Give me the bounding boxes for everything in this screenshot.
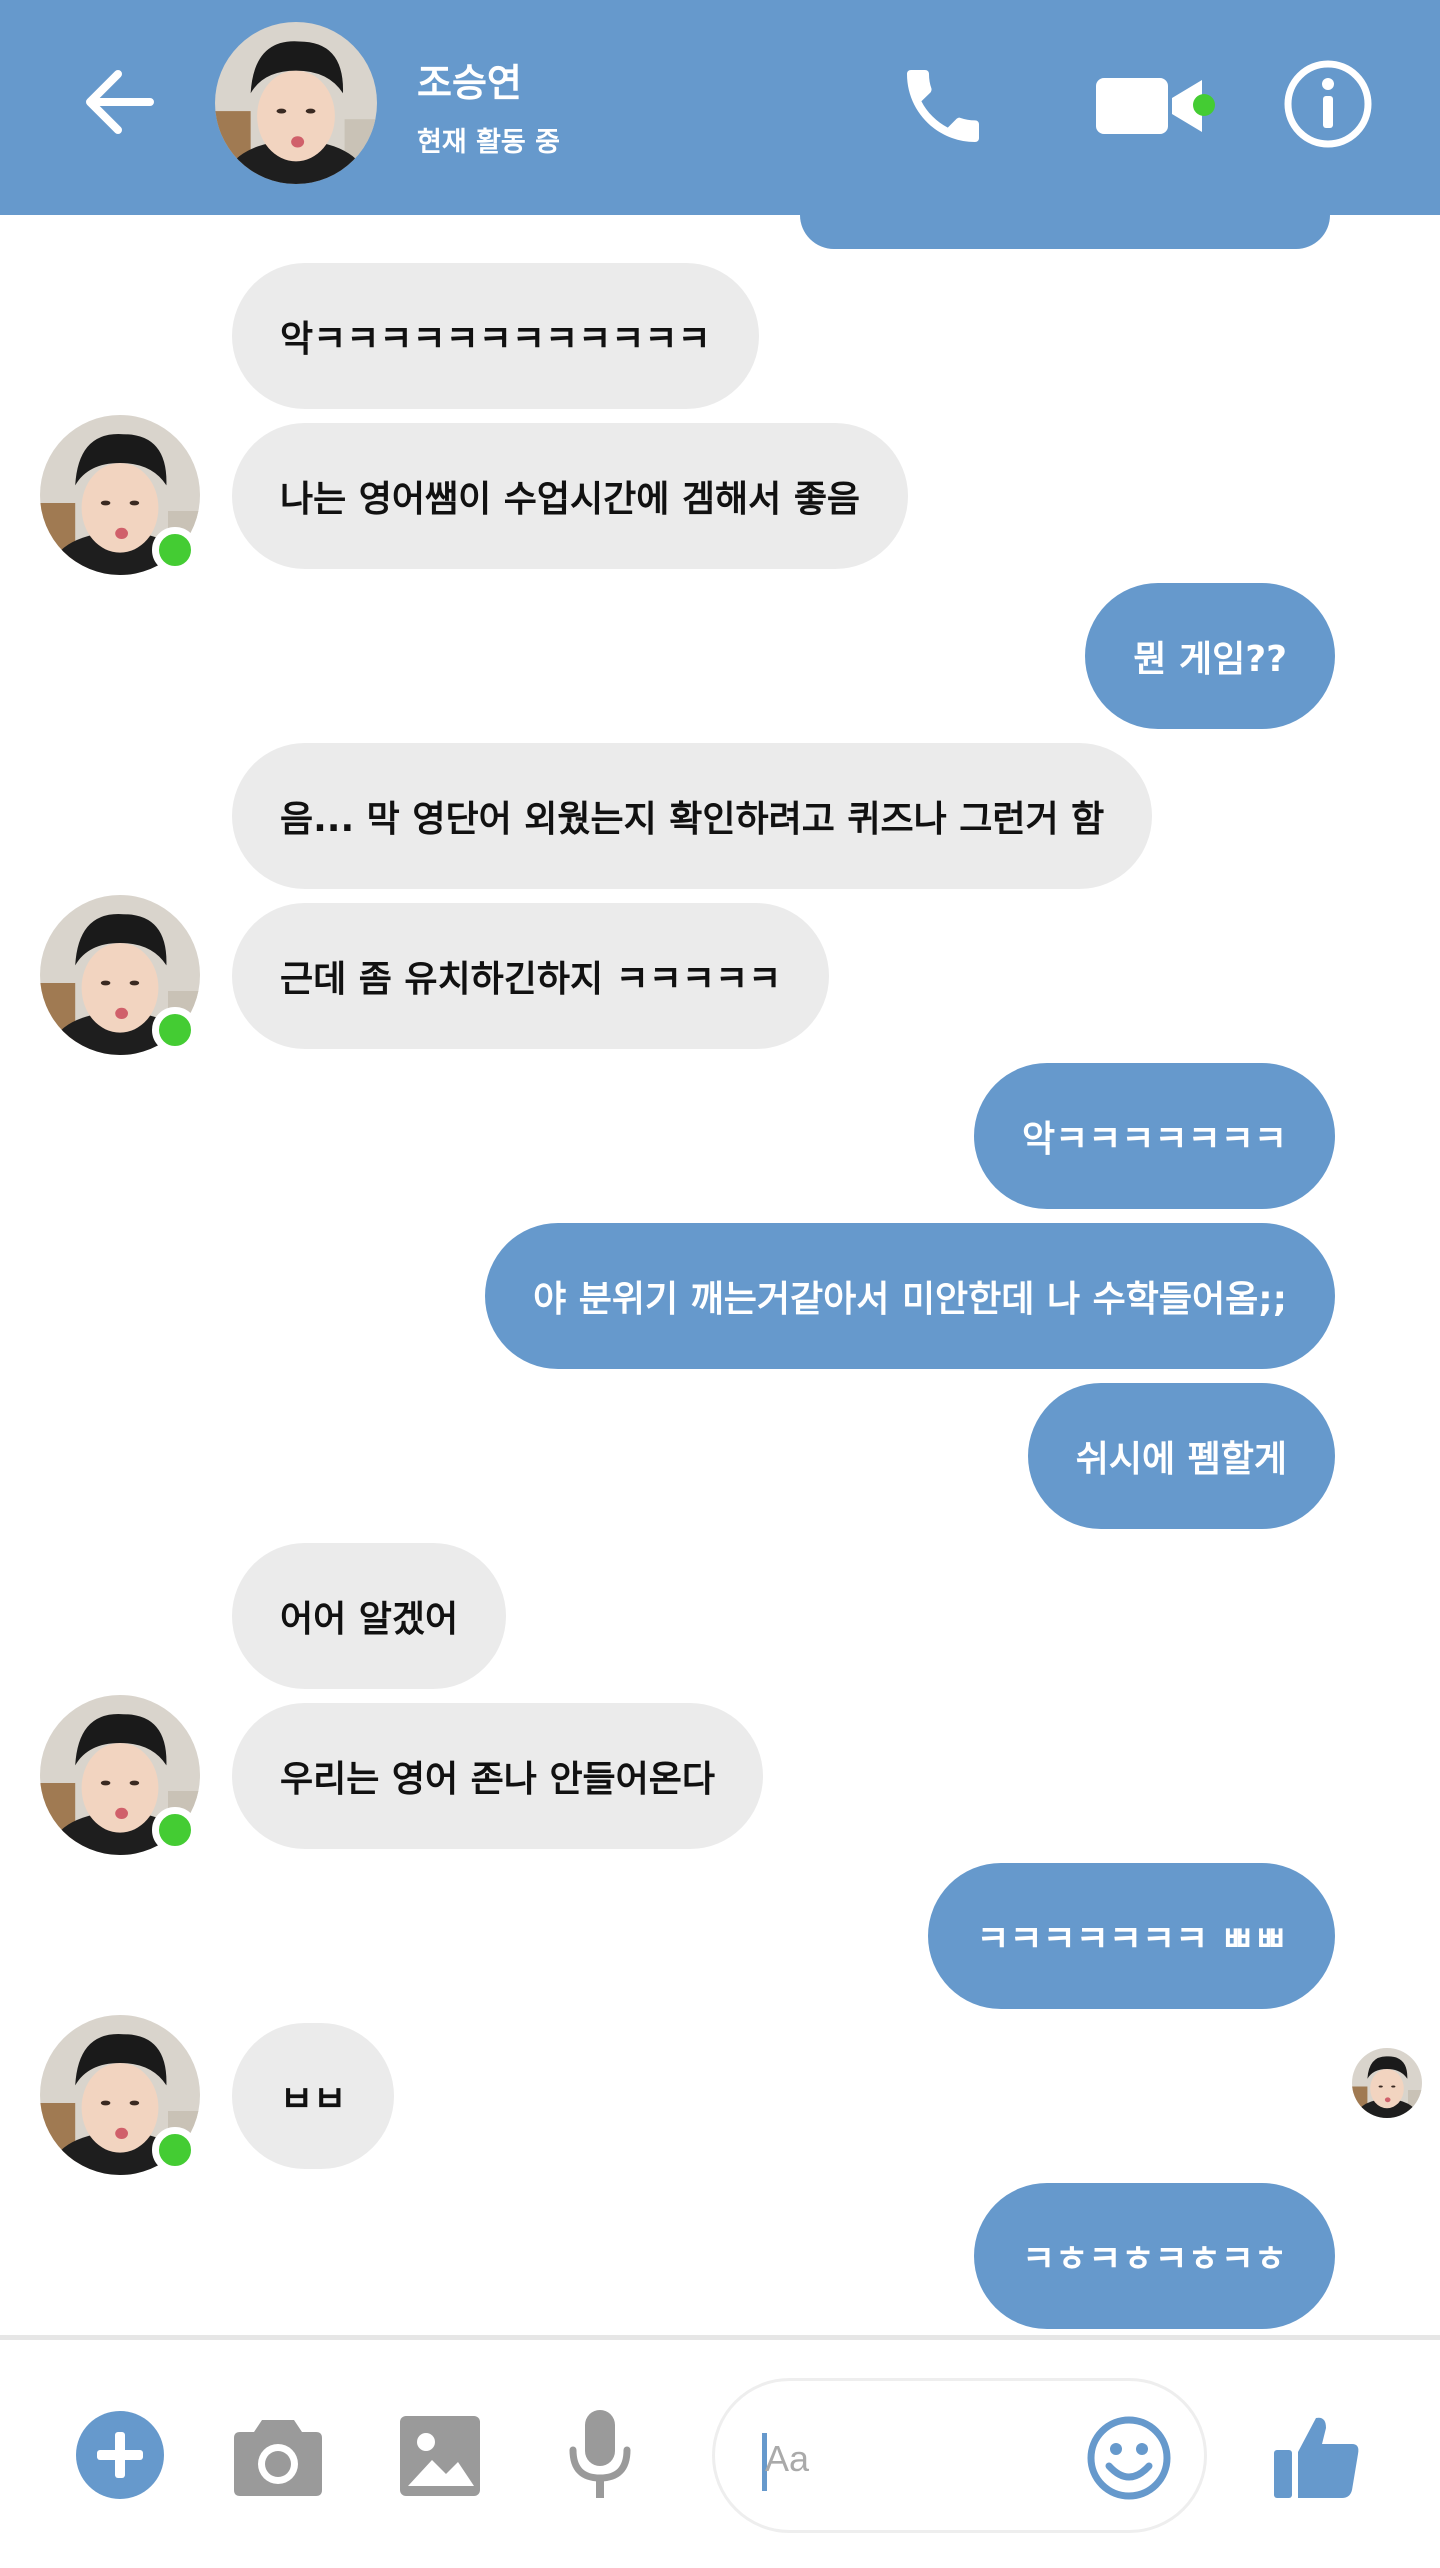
video-online-indicator: [1193, 94, 1215, 116]
message-bubble-outgoing[interactable]: ㅋㅎㅋㅎㅋㅎㅋㅎ: [974, 2183, 1335, 2329]
contact-name[interactable]: 조승연: [417, 52, 522, 107]
message-input-placeholder: Aa: [765, 2438, 810, 2479]
smiley-icon[interactable]: [1085, 2414, 1173, 2502]
message-bubble-incoming[interactable]: ㅂㅂ: [232, 2023, 395, 2169]
online-indicator: [152, 1007, 198, 1053]
contact-avatar[interactable]: [215, 22, 377, 184]
sender-avatar[interactable]: [40, 415, 200, 575]
message-list[interactable]: 악ㅋㅋㅋㅋㅋㅋㅋㅋㅋㅋㅋㅋ 나는 영어쌤이 수업시간에 겜해서 좋음 뭔 게임?…: [0, 215, 1440, 2335]
thumbs-up-icon[interactable]: [1272, 2412, 1362, 2502]
back-arrow-icon[interactable]: [80, 62, 160, 142]
message-bubble-incoming[interactable]: 우리는 영어 존나 안들어온다: [232, 1703, 764, 1849]
active-status: 현재 활동 중: [417, 127, 560, 158]
message-bubble-incoming[interactable]: 음... 막 영단어 외웠는지 확인하려고 퀴즈나 그런거 함: [232, 743, 1153, 889]
message-input[interactable]: Aa: [712, 2378, 1207, 2533]
image-icon[interactable]: [398, 2414, 482, 2498]
message-bubble-outgoing[interactable]: 야 분위기 깨는거같아서 미안한데 나 수학들어옴;;: [485, 1223, 1335, 1369]
message-bubble-outgoing[interactable]: 뭔 게임??: [1085, 583, 1335, 729]
sender-avatar[interactable]: [40, 1695, 200, 1855]
message-bubble-outgoing[interactable]: ㅋㅋㅋㅋㅋㅋㅋ ㅃㅃ: [928, 1863, 1335, 2009]
plus-icon[interactable]: [75, 2410, 165, 2500]
message-bubble-incoming[interactable]: 근데 좀 유치하긴하지 ㅋㅋㅋㅋㅋ: [232, 903, 830, 1049]
chat-header: 조승연 현재 활동 중: [0, 0, 1440, 215]
seen-receipt-avatar: [1352, 2048, 1422, 2118]
info-icon[interactable]: [1282, 58, 1374, 150]
online-indicator: [152, 1807, 198, 1853]
camera-icon[interactable]: [232, 2414, 324, 2498]
message-bubble-outgoing-partial: [800, 215, 1330, 249]
message-bubble-incoming[interactable]: 악ㅋㅋㅋㅋㅋㅋㅋㅋㅋㅋㅋㅋ: [232, 263, 759, 409]
online-indicator: [152, 2127, 198, 2173]
message-bubble-incoming[interactable]: 어어 알겠어: [232, 1543, 507, 1689]
message-composer: Aa: [0, 2340, 1440, 2568]
phone-icon[interactable]: [895, 58, 991, 154]
message-bubble-incoming[interactable]: 나는 영어쌤이 수업시간에 겜해서 좋음: [232, 423, 909, 569]
message-bubble-outgoing[interactable]: 악ㅋㅋㅋㅋㅋㅋㅋ: [974, 1063, 1335, 1209]
online-indicator: [152, 527, 198, 573]
message-bubble-outgoing[interactable]: 쉬시에 펨할게: [1027, 1383, 1335, 1529]
microphone-icon[interactable]: [565, 2408, 635, 2500]
sender-avatar[interactable]: [40, 895, 200, 1055]
sender-avatar[interactable]: [40, 2015, 200, 2175]
